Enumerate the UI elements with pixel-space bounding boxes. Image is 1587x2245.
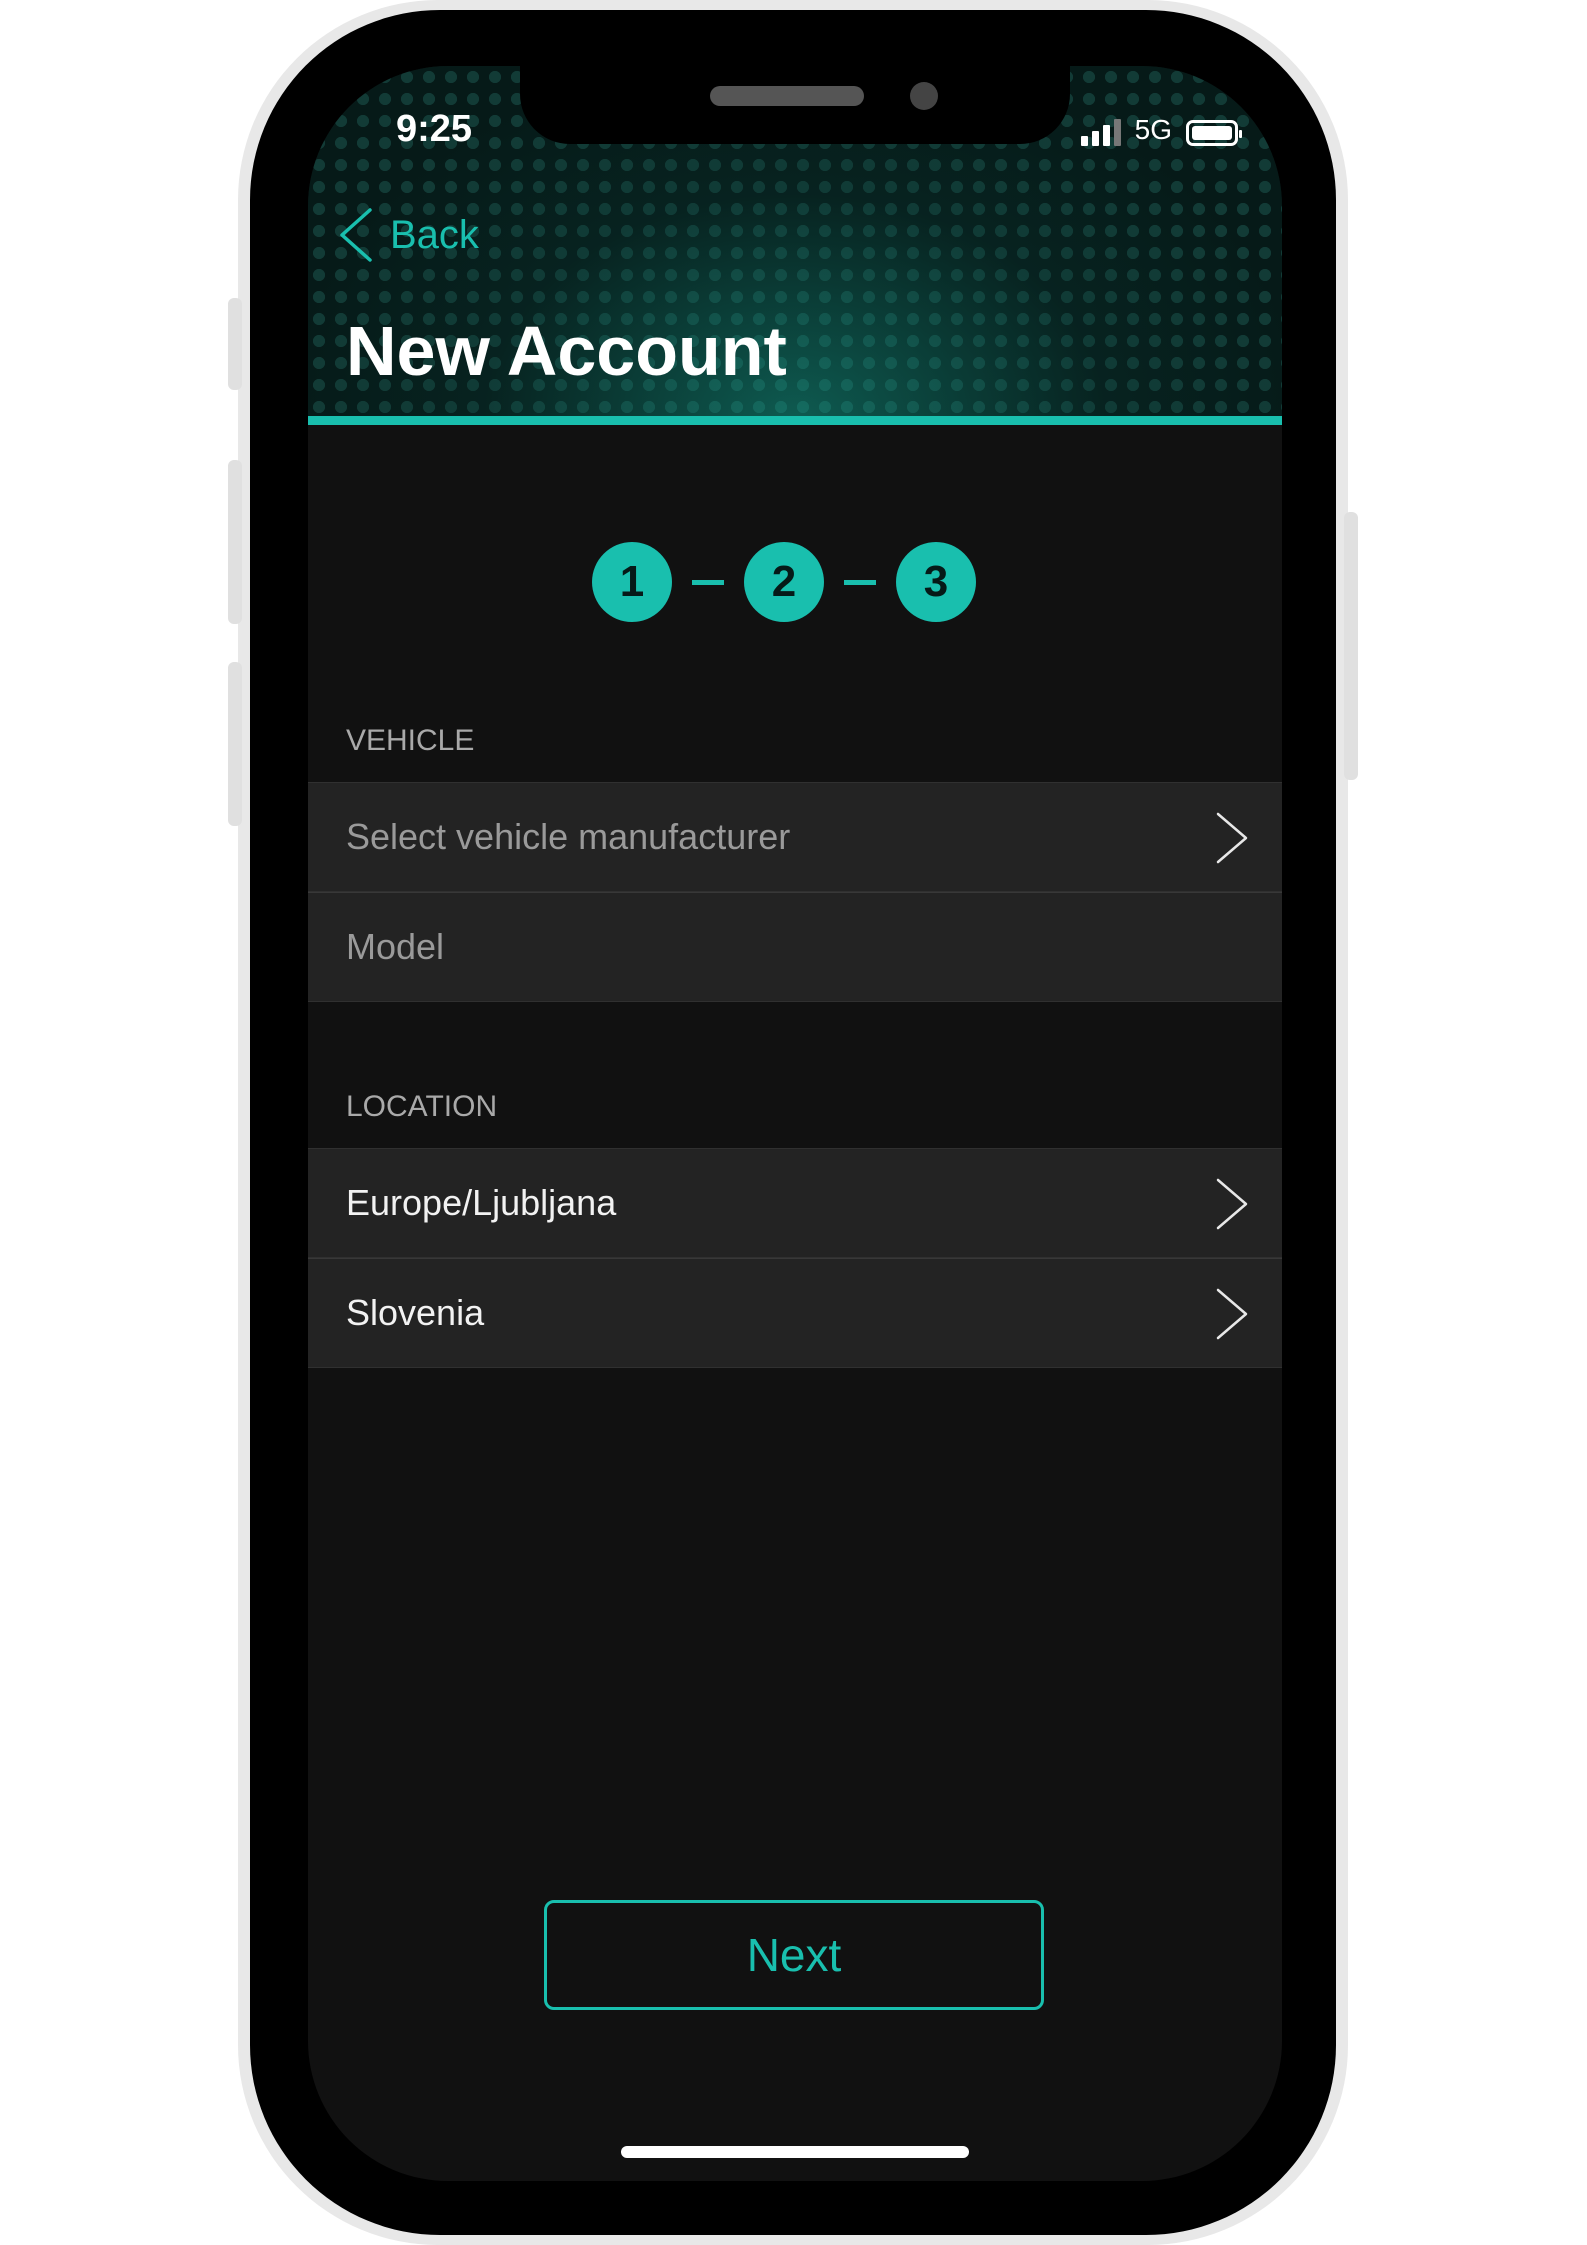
step-3: 3 bbox=[896, 542, 976, 622]
chevron-left-icon bbox=[340, 208, 372, 262]
phone-power-button bbox=[1344, 512, 1358, 780]
signal-bars-icon bbox=[1080, 118, 1121, 146]
vehicle-model-placeholder: Model bbox=[346, 926, 445, 967]
home-indicator[interactable] bbox=[621, 2146, 969, 2158]
front-camera bbox=[910, 82, 938, 110]
country-value: Slovenia bbox=[346, 1292, 485, 1333]
vehicle-manufacturer-selector[interactable]: Select vehicle manufacturer bbox=[308, 782, 1282, 892]
vehicle-manufacturer-placeholder: Select vehicle manufacturer bbox=[346, 816, 791, 857]
step-2: 2 bbox=[744, 542, 824, 622]
page-title: New Account bbox=[346, 312, 787, 390]
timezone-value: Europe/Ljubljana bbox=[346, 1182, 617, 1223]
status-time: 9:25 bbox=[396, 108, 473, 150]
vehicle-section-label: VEHICLE bbox=[346, 724, 475, 757]
phone-volume-up-button bbox=[228, 460, 242, 624]
status-indicators: 5G bbox=[1080, 114, 1242, 146]
speaker-grille bbox=[710, 86, 864, 106]
back-label: Back bbox=[390, 212, 479, 257]
vehicle-model-field[interactable]: Model bbox=[308, 892, 1282, 1002]
country-selector[interactable]: Slovenia bbox=[308, 1258, 1282, 1368]
chevron-right-icon bbox=[1216, 812, 1248, 864]
battery-icon bbox=[1186, 120, 1242, 146]
back-button[interactable]: Back bbox=[336, 206, 479, 264]
header-accent-line bbox=[308, 416, 1282, 425]
network-type: 5G bbox=[1134, 114, 1172, 145]
step-separator bbox=[692, 579, 724, 585]
phone-volume-down-button bbox=[228, 662, 242, 826]
step-1: 1 bbox=[592, 542, 672, 622]
timezone-selector[interactable]: Europe/Ljubljana bbox=[308, 1148, 1282, 1258]
location-section-label: LOCATION bbox=[346, 1090, 498, 1123]
next-button[interactable]: Next bbox=[544, 1900, 1044, 2010]
chevron-right-icon bbox=[1216, 1178, 1248, 1230]
chevron-right-icon bbox=[1216, 1288, 1248, 1340]
step-separator bbox=[844, 579, 876, 585]
step-indicator: 1 2 3 bbox=[592, 542, 976, 622]
phone-mute-switch bbox=[228, 298, 242, 390]
device-notch bbox=[520, 66, 1070, 144]
app-screen: 9:25 5G Back New Account 1 2 3 VEHICLE S… bbox=[308, 66, 1282, 2181]
